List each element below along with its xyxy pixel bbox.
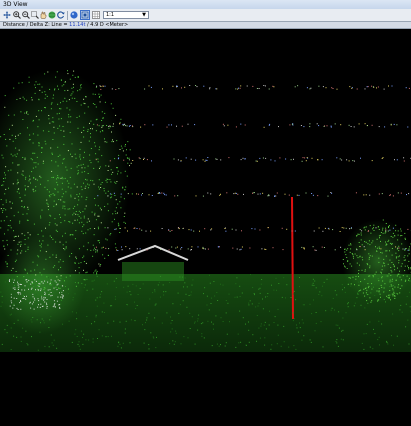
status-suffix: / 4.9 D <Meter> [85, 22, 129, 28]
measurement-status: Distance / Delta Z: Line = 11.14t / 4.9 … [0, 22, 411, 29]
zoom-window-icon[interactable] [31, 11, 39, 19]
pan-icon[interactable] [3, 11, 11, 19]
window-title: 3D View [0, 0, 411, 9]
mesh-view-icon[interactable] [92, 11, 100, 19]
hand-icon[interactable] [39, 11, 47, 19]
globe-icon[interactable] [48, 11, 56, 19]
bush-right [342, 219, 411, 303]
3d-viewport[interactable] [0, 29, 411, 426]
fit-view-icon[interactable] [80, 10, 90, 20]
measurement-line [291, 196, 294, 320]
zoom-level-select[interactable]: 1:1 ▼ [103, 11, 149, 19]
toolbar-separator [67, 11, 68, 20]
status-value: 11.14t [69, 22, 86, 28]
3d-view-window: 3D View 1:1 ▼ Distance / Delta Z: Line =… [0, 0, 411, 426]
shelter-body [122, 262, 184, 281]
toolbar: 1:1 ▼ [0, 9, 411, 22]
point-cloud-canvas[interactable] [0, 29, 411, 426]
zoom-out-icon[interactable] [22, 11, 30, 19]
chevron-down-icon: ▼ [142, 12, 146, 18]
zoom-in-icon[interactable] [13, 11, 21, 19]
zoom-level-value: 1:1 [106, 12, 115, 18]
shelter-roof [117, 244, 189, 261]
status-label: Distance / Delta Z: Line = [3, 22, 70, 28]
sphere-icon[interactable] [70, 11, 78, 19]
refresh-icon[interactable] [57, 11, 65, 19]
